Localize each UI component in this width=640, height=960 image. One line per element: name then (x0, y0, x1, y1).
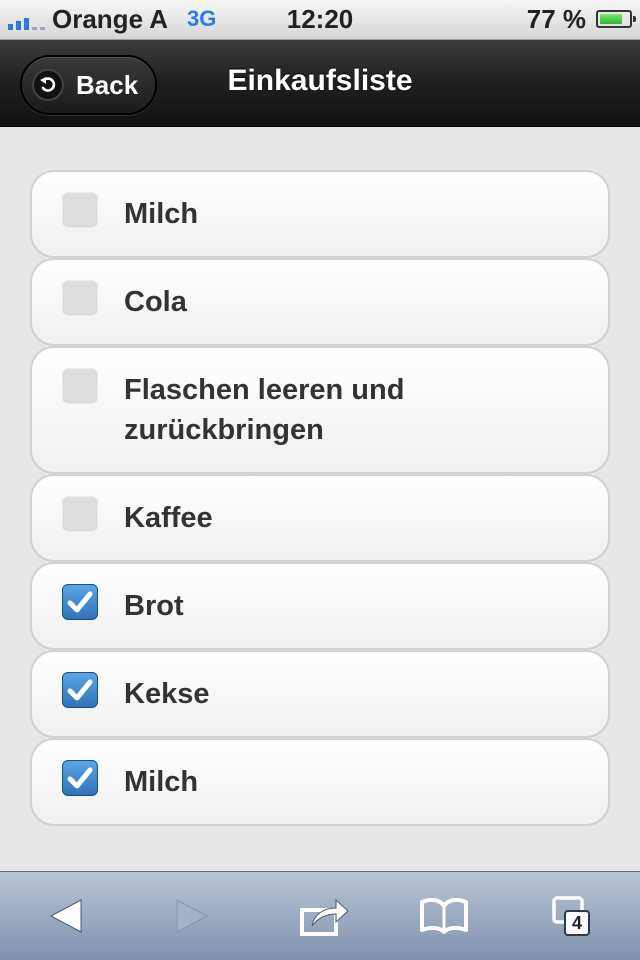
checkbox[interactable] (62, 496, 98, 532)
list-item[interactable]: Kekse (30, 650, 610, 738)
checkbox-checked[interactable] (62, 760, 98, 796)
tabs-count-badge: 4 (564, 910, 590, 936)
checkmark-icon (67, 767, 93, 789)
checkmark-icon (67, 679, 93, 701)
battery-percentage: 77 % (526, 4, 586, 34)
list-item-label: Flaschen leeren und zurückbringen (124, 374, 405, 446)
list-item-label: Brot (124, 590, 184, 622)
list-item[interactable]: Flaschen leeren und zurückbringen (30, 346, 610, 474)
list-item[interactable]: Milch (30, 170, 610, 258)
tabs-icon[interactable]: 4 (546, 894, 606, 938)
bookmarks-icon[interactable] (414, 894, 474, 938)
checkbox[interactable] (62, 368, 98, 404)
list-item-label: Milch (124, 198, 199, 230)
checkbox[interactable] (62, 280, 98, 316)
list-item-label: Cola (124, 286, 187, 318)
list-item[interactable]: Cola (30, 258, 610, 346)
list-item[interactable]: Kaffee (30, 474, 610, 562)
status-bar: Orange A 3G 12:20 77 % (0, 0, 640, 40)
forward-arrow-icon[interactable] (162, 894, 222, 938)
list-item[interactable]: Brot (30, 562, 610, 650)
share-icon[interactable] (294, 894, 354, 938)
list-item-label: Kaffee (124, 502, 213, 534)
battery-icon (596, 10, 636, 28)
checkbox-checked[interactable] (62, 584, 98, 620)
checkbox-checked[interactable] (62, 672, 98, 708)
list-item-label: Kekse (124, 678, 210, 710)
list-item-label: Milch (124, 766, 199, 798)
navigation-header: Back Einkaufsliste (0, 40, 640, 127)
browser-toolbar: 4 (0, 871, 640, 960)
back-arrow-icon[interactable] (36, 894, 96, 938)
shopping-list: Milch Cola Flaschen leeren und zurückbring… (30, 170, 610, 826)
page-title: Einkaufsliste (227, 64, 413, 97)
list-item[interactable]: Milch (30, 738, 610, 826)
checkmark-icon (67, 591, 93, 613)
checkbox[interactable] (62, 192, 98, 228)
